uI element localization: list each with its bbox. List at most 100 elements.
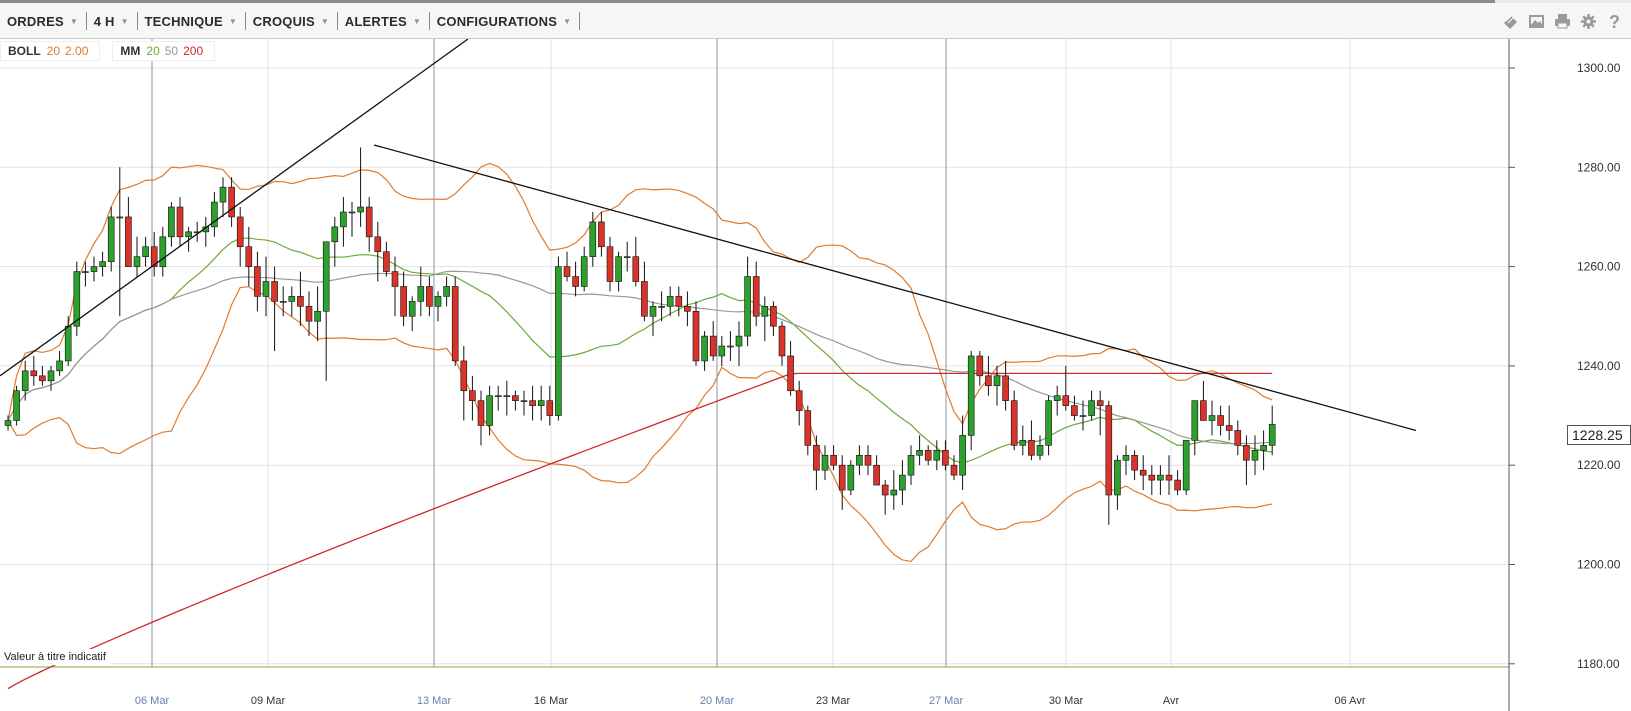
candle-body [666, 296, 674, 307]
candle-body [899, 474, 906, 491]
candle-body [520, 400, 528, 402]
candle-body [1174, 479, 1181, 491]
chevron-down-icon: ▼ [320, 16, 329, 26]
candle-body [555, 266, 562, 416]
candle-body [537, 400, 545, 406]
candle-body [598, 221, 605, 248]
candle-body [133, 256, 141, 267]
boll-legend-name: BOLL [8, 44, 41, 58]
candle-body [116, 216, 124, 219]
candle-body [787, 355, 794, 392]
layers-icon[interactable] [1501, 12, 1520, 31]
candle-body [245, 246, 253, 267]
mm-legend-200: 200 [183, 44, 204, 58]
candle-body [56, 360, 63, 372]
candle-body [933, 450, 941, 461]
price-tick-label: 1200.00 [1577, 558, 1621, 572]
candle-body [503, 395, 511, 397]
candle-body [916, 450, 923, 456]
candle-body [228, 186, 235, 218]
menu-alertes-label: ALERTES [344, 13, 407, 29]
candle-body [744, 276, 751, 337]
candle-body [761, 306, 769, 317]
price-chart[interactable]: 1180.00 1200.00 1220.00 1240.00 1260.00 1280.… [0, 39, 1631, 711]
candle-body [477, 400, 485, 426]
chevron-down-icon: ▼ [69, 16, 78, 26]
candle-body [658, 306, 665, 308]
candle-body [1165, 474, 1173, 481]
menu-alertes[interactable]: ALERTES ▼ [338, 12, 430, 30]
candle-body [1225, 425, 1233, 431]
candle-body [795, 390, 803, 411]
mm-legend[interactable]: MM 20 50 200 [112, 41, 216, 61]
candle-body [1268, 423, 1276, 446]
menu-timeframe-label: 4 H [93, 13, 115, 29]
menu-ordres[interactable]: ORDRES ▼ [0, 12, 87, 30]
menu-timeframe[interactable]: 4 H ▼ [87, 12, 138, 30]
boll-legend[interactable]: BOLL 20 2.00 [0, 41, 101, 61]
candle-body [340, 211, 347, 228]
menu-technique-label: TECHNIQUE [144, 13, 223, 29]
candle-body [546, 400, 554, 416]
candle-body [967, 355, 975, 436]
candle-body [589, 221, 597, 257]
candle-body [1260, 445, 1267, 451]
candle-body [383, 251, 390, 272]
candle-body [959, 435, 966, 476]
candle-body [1028, 440, 1035, 456]
menu-technique[interactable]: TECHNIQUE ▼ [138, 12, 246, 30]
date-tick-label: 23 Mar [816, 695, 851, 707]
boll-legend-period: 20 [46, 44, 61, 58]
candle-body [262, 281, 270, 297]
candle-body [64, 325, 72, 362]
candle-body [159, 236, 167, 267]
candle-body [1045, 400, 1052, 446]
current-price-label: 1228.25 [1567, 425, 1631, 445]
image-icon[interactable] [1527, 12, 1546, 31]
candle-body [322, 241, 330, 312]
candle-body [709, 335, 717, 357]
menu-configurations[interactable]: CONFIGURATIONS ▼ [430, 12, 580, 30]
candle-body [512, 395, 519, 401]
candle-body [641, 281, 648, 317]
candle-body [460, 360, 468, 392]
candle-body [469, 390, 476, 401]
candle-body [1036, 445, 1044, 456]
disclaimer-text: Valeur à titre indicatif [0, 649, 110, 665]
gear-icon[interactable] [1579, 12, 1598, 31]
candle-body [606, 246, 614, 282]
chevron-down-icon: ▼ [412, 16, 421, 26]
candle-body [1071, 405, 1078, 416]
candle-body [297, 296, 304, 307]
date-tick-label: 30 Mar [1049, 695, 1084, 707]
mm-legend-50: 50 [164, 44, 179, 58]
svg-text:?: ? [1609, 13, 1620, 30]
candle-body [288, 296, 296, 302]
print-icon[interactable] [1553, 12, 1572, 31]
candle-body [1148, 474, 1156, 481]
candle-body [90, 266, 98, 272]
candle-body [572, 276, 579, 287]
help-icon[interactable]: ? [1605, 12, 1624, 31]
candle-body [271, 281, 278, 302]
candle-body [735, 335, 743, 347]
price-tick-label: 1240.00 [1577, 359, 1621, 373]
candle-body [881, 484, 889, 496]
candle-body [486, 395, 493, 426]
boll-legend-stddev: 2.00 [65, 44, 89, 58]
candle-body [718, 345, 726, 357]
date-tick-label: 09 Mar [251, 695, 286, 707]
candle-body [985, 375, 992, 387]
grid [0, 39, 1631, 711]
candle-body [649, 306, 657, 317]
price-tick-label: 1280.00 [1577, 160, 1621, 174]
candle-body [821, 454, 829, 471]
candle-body [185, 231, 192, 238]
chart-background [0, 39, 1631, 711]
menu-croquis[interactable]: CROQUIS ▼ [246, 12, 338, 30]
date-tick-label: 06 Avr [1335, 695, 1366, 707]
candle-body [107, 216, 115, 262]
candle-body [1088, 400, 1095, 416]
candle-body [632, 256, 640, 282]
candle-body [365, 206, 373, 238]
